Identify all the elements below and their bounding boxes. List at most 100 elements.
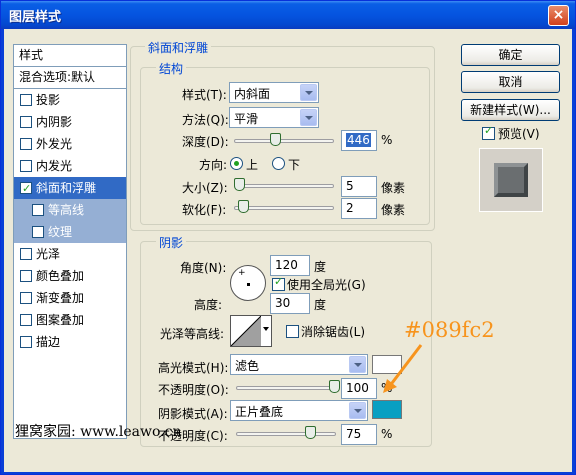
altitude-label: 高度: [194, 298, 223, 312]
style-list-item-label: 图案叠加 [36, 313, 85, 327]
style-checkbox[interactable] [32, 204, 44, 216]
style-list-item[interactable]: 等高线 [14, 199, 126, 221]
structure-title: 结构 [156, 60, 187, 77]
depth-input[interactable]: 446 [341, 130, 377, 151]
arrow-icon [383, 344, 423, 393]
style-list-item[interactable]: 投影 [14, 89, 126, 111]
soften-unit: 像素 [381, 203, 406, 217]
style-list-item-label: 内阴影 [36, 115, 73, 129]
style-list-item-label: 内发光 [36, 159, 73, 173]
direction-down-radio[interactable] [272, 157, 285, 170]
watermark: 狸窝家园: www.leawo.cn [15, 424, 182, 440]
style-checkbox[interactable] [20, 248, 32, 260]
style-list-item[interactable]: 光泽 [14, 243, 126, 265]
depth-slider-track[interactable] [234, 139, 334, 143]
style-list-item-label: 光泽 [36, 247, 61, 261]
gloss-contour-picker[interactable] [230, 315, 272, 347]
blend-options-item[interactable]: 混合选项:默认 [14, 67, 126, 89]
title-bar[interactable]: 图层样式 × [1, 1, 575, 29]
soften-label: 软化(F): [182, 203, 227, 217]
new-style-button[interactable]: 新建样式(W)... [461, 99, 560, 121]
shadow-mode-label: 阴影模式(A): [158, 407, 228, 421]
angle-unit: 度 [314, 260, 327, 274]
chevron-down-icon [263, 327, 269, 331]
style-list-item[interactable]: 纹理 [14, 221, 126, 243]
style-list-item-label: 斜面和浮雕 [36, 181, 97, 195]
depth-unit: % [381, 133, 393, 147]
direction-up-radio[interactable] [230, 157, 243, 170]
chevron-down-icon [300, 84, 317, 101]
size-slider-thumb[interactable] [234, 178, 245, 191]
angle-center-dot [247, 283, 250, 286]
ok-button[interactable]: 确定 [461, 44, 560, 66]
style-checkbox[interactable] [20, 138, 32, 150]
style-list-item-label: 投影 [36, 93, 61, 107]
style-list: 样式 混合选项:默认 投影内阴影外发光内发光斜面和浮雕等高线纹理光泽颜色叠加渐变… [13, 44, 127, 439]
style-select[interactable]: 内斜面 [229, 82, 319, 103]
angle-label: 角度(N): [180, 261, 227, 275]
highlight-opacity-label: 不透明度(O): [158, 383, 229, 397]
style-list-item[interactable]: 斜面和浮雕 [14, 177, 126, 200]
highlight-opacity-track[interactable] [236, 386, 336, 390]
style-checkbox[interactable] [20, 94, 32, 106]
style-list-item[interactable]: 图案叠加 [14, 309, 126, 331]
shadow-opacity-track[interactable] [236, 432, 336, 436]
style-checkbox[interactable] [20, 314, 32, 326]
style-list-item-label: 描边 [36, 335, 61, 349]
technique-select-value: 平滑 [234, 112, 259, 126]
shading-title: 阴影 [156, 234, 187, 251]
shadow-opacity-thumb[interactable] [305, 426, 316, 439]
crosshair-icon: + [238, 268, 246, 278]
direction-label: 方向: [199, 158, 228, 172]
highlight-mode-select[interactable]: 滤色 [230, 354, 368, 375]
close-button[interactable]: × [548, 5, 569, 26]
altitude-input[interactable]: 30 [270, 293, 310, 314]
style-list-item[interactable]: 内发光 [14, 155, 126, 177]
style-checkbox[interactable] [20, 336, 32, 348]
size-slider-track[interactable] [234, 184, 334, 188]
anti-aliased-label: 消除锯齿(L) [301, 325, 366, 339]
style-list-item[interactable]: 描边 [14, 331, 126, 353]
shadow-opacity-input[interactable]: 75 [341, 424, 377, 445]
cancel-button[interactable]: 取消 [461, 71, 560, 93]
shadow-mode-value: 正片叠底 [235, 405, 284, 419]
style-label: 样式(T): [182, 88, 227, 102]
style-checkbox[interactable] [20, 160, 32, 172]
global-light-label: 使用全局光(G) [287, 278, 366, 292]
style-list-item[interactable]: 渐变叠加 [14, 287, 126, 309]
soften-input[interactable]: 2 [341, 198, 377, 219]
style-checkbox[interactable] [20, 178, 32, 200]
style-list-item-label: 颜色叠加 [36, 269, 85, 283]
anti-aliased-checkbox[interactable] [286, 325, 299, 338]
highlight-opacity-thumb[interactable] [329, 380, 340, 393]
style-select-value: 内斜面 [234, 87, 271, 101]
depth-slider-thumb[interactable] [270, 133, 281, 146]
style-list-item[interactable]: 内阴影 [14, 111, 126, 133]
size-label: 大小(Z): [182, 181, 228, 195]
highlight-mode-label: 高光模式(H): [158, 361, 229, 375]
style-list-item[interactable]: 外发光 [14, 133, 126, 155]
style-checkbox[interactable] [32, 226, 44, 238]
technique-label: 方法(Q): [182, 113, 229, 127]
depth-value: 446 [346, 133, 371, 147]
shadow-mode-select[interactable]: 正片叠底 [230, 400, 368, 421]
soften-slider-thumb[interactable] [238, 200, 249, 213]
contour-preview-icon [231, 316, 261, 346]
size-input[interactable]: 5 [341, 176, 377, 197]
bevel-emboss-title: 斜面和浮雕 [145, 39, 212, 56]
style-list-item[interactable]: 颜色叠加 [14, 265, 126, 287]
style-checkbox[interactable] [20, 270, 32, 282]
style-checkbox[interactable] [20, 116, 32, 128]
styles-header[interactable]: 样式 [14, 45, 126, 67]
technique-select[interactable]: 平滑 [229, 107, 319, 128]
soften-slider-track[interactable] [234, 206, 334, 210]
preview-checkbox[interactable] [482, 124, 495, 140]
shadow-opacity-unit: % [381, 427, 393, 441]
style-checkbox[interactable] [20, 292, 32, 304]
highlight-opacity-input[interactable]: 100 [341, 378, 377, 399]
style-list-item-label: 渐变叠加 [36, 291, 85, 305]
shadow-color-swatch[interactable] [372, 400, 402, 419]
angle-input[interactable]: 120 [270, 255, 310, 276]
angle-dial[interactable]: + [230, 265, 266, 301]
global-light-checkbox[interactable] [272, 275, 285, 291]
